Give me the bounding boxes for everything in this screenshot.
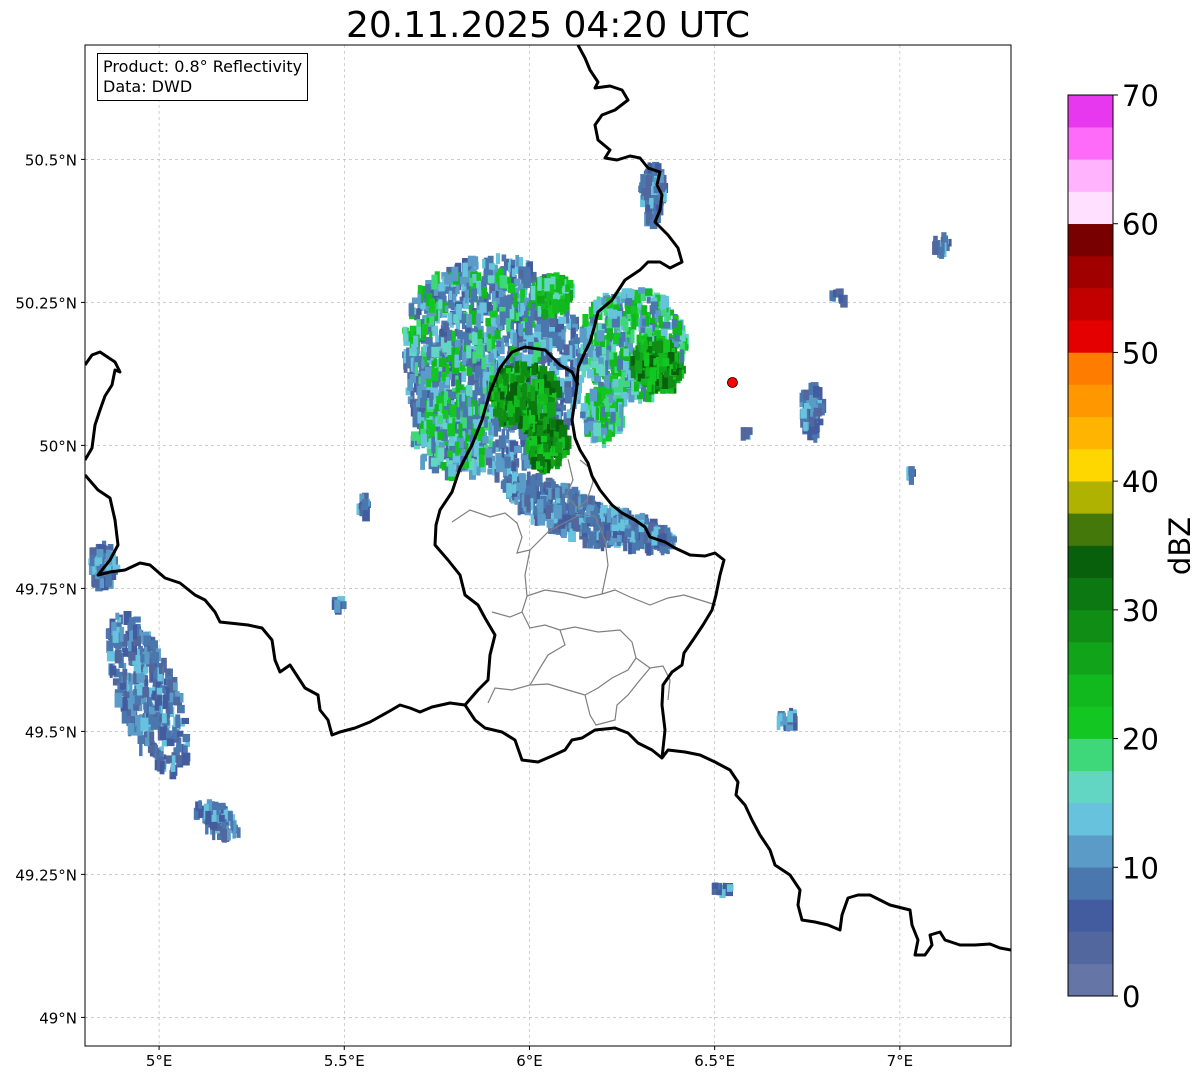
x-tick-label: 6°E <box>516 1052 543 1070</box>
colorbar-segment <box>1068 642 1113 675</box>
colorbar-segment <box>1068 223 1113 257</box>
colorbar-segment <box>1068 481 1113 514</box>
colorbar-label: dBZ <box>1163 517 1197 575</box>
colorbar-segment <box>1068 770 1113 804</box>
colorbar-segment <box>1068 288 1113 321</box>
colorbar-segment <box>1068 255 1113 289</box>
colorbar-segment <box>1068 95 1113 128</box>
colorbar-segment <box>1068 867 1113 900</box>
x-tick-label: 7°E <box>887 1052 914 1070</box>
colorbar: 0 10 20 30 40 50 60 70 dBZ <box>1067 79 1197 1014</box>
colorbar-tick-label: 40 <box>1122 465 1159 499</box>
colorbar-segment <box>1068 159 1113 192</box>
colorbar-segment <box>1068 738 1113 772</box>
colorbar-segment <box>1068 577 1113 611</box>
colorbar-segment <box>1068 609 1113 643</box>
colorbar-tick-label: 60 <box>1122 208 1159 242</box>
y-tick-label: 50.5°N <box>25 151 77 169</box>
colorbar-tick-label: 10 <box>1122 851 1159 885</box>
radar-site-marker <box>727 377 738 388</box>
colorbar-segment <box>1068 931 1113 965</box>
colorbar-segment <box>1068 835 1113 868</box>
y-tick-label: 50°N <box>39 437 77 455</box>
colorbar-segment <box>1068 674 1113 707</box>
x-tick-label: 6.5°E <box>694 1052 735 1070</box>
colorbar-tick-label: 0 <box>1122 980 1140 1014</box>
radar-map: 5°E 5.5°E 6°E 6.5°E 7°E 49°N 49.25°N 49.5°N 49.7… <box>15 44 1197 1070</box>
colorbar-segment <box>1068 448 1113 482</box>
colorbar-segment <box>1068 963 1113 997</box>
colorbar-segment <box>1068 384 1113 418</box>
data-source-label: Data: DWD <box>103 77 193 96</box>
colorbar-segment <box>1068 127 1113 160</box>
colorbar-segment <box>1068 416 1113 450</box>
y-tick-label: 49.75°N <box>15 580 77 598</box>
product-label: Product: 0.8° Reflectivity <box>103 57 303 76</box>
x-tick-label: 5.5°E <box>324 1052 365 1070</box>
colorbar-tick-label: 20 <box>1122 723 1159 757</box>
y-tick-label: 49.25°N <box>15 866 77 884</box>
colorbar-segment <box>1068 513 1113 546</box>
colorbar-segment <box>1068 320 1113 353</box>
product-info-box: Product: 0.8° Reflectivity Data: DWD <box>97 53 309 101</box>
y-tick-label: 49.5°N <box>25 723 77 741</box>
y-tick-label: 49°N <box>39 1009 77 1027</box>
colorbar-tick-label: 70 <box>1122 79 1159 113</box>
colorbar-segment <box>1068 802 1113 836</box>
y-tick-label: 50.25°N <box>15 294 77 312</box>
x-tick-label: 5°E <box>146 1052 173 1070</box>
colorbar-tick-label: 30 <box>1122 594 1159 628</box>
colorbar-segment <box>1068 191 1113 225</box>
colorbar-segment <box>1068 706 1113 739</box>
colorbar-segment <box>1068 352 1113 385</box>
colorbar-segment <box>1068 899 1113 932</box>
colorbar-segment <box>1068 545 1113 578</box>
radar-site-dot <box>727 377 738 388</box>
colorbar-tick-label: 50 <box>1122 336 1159 370</box>
